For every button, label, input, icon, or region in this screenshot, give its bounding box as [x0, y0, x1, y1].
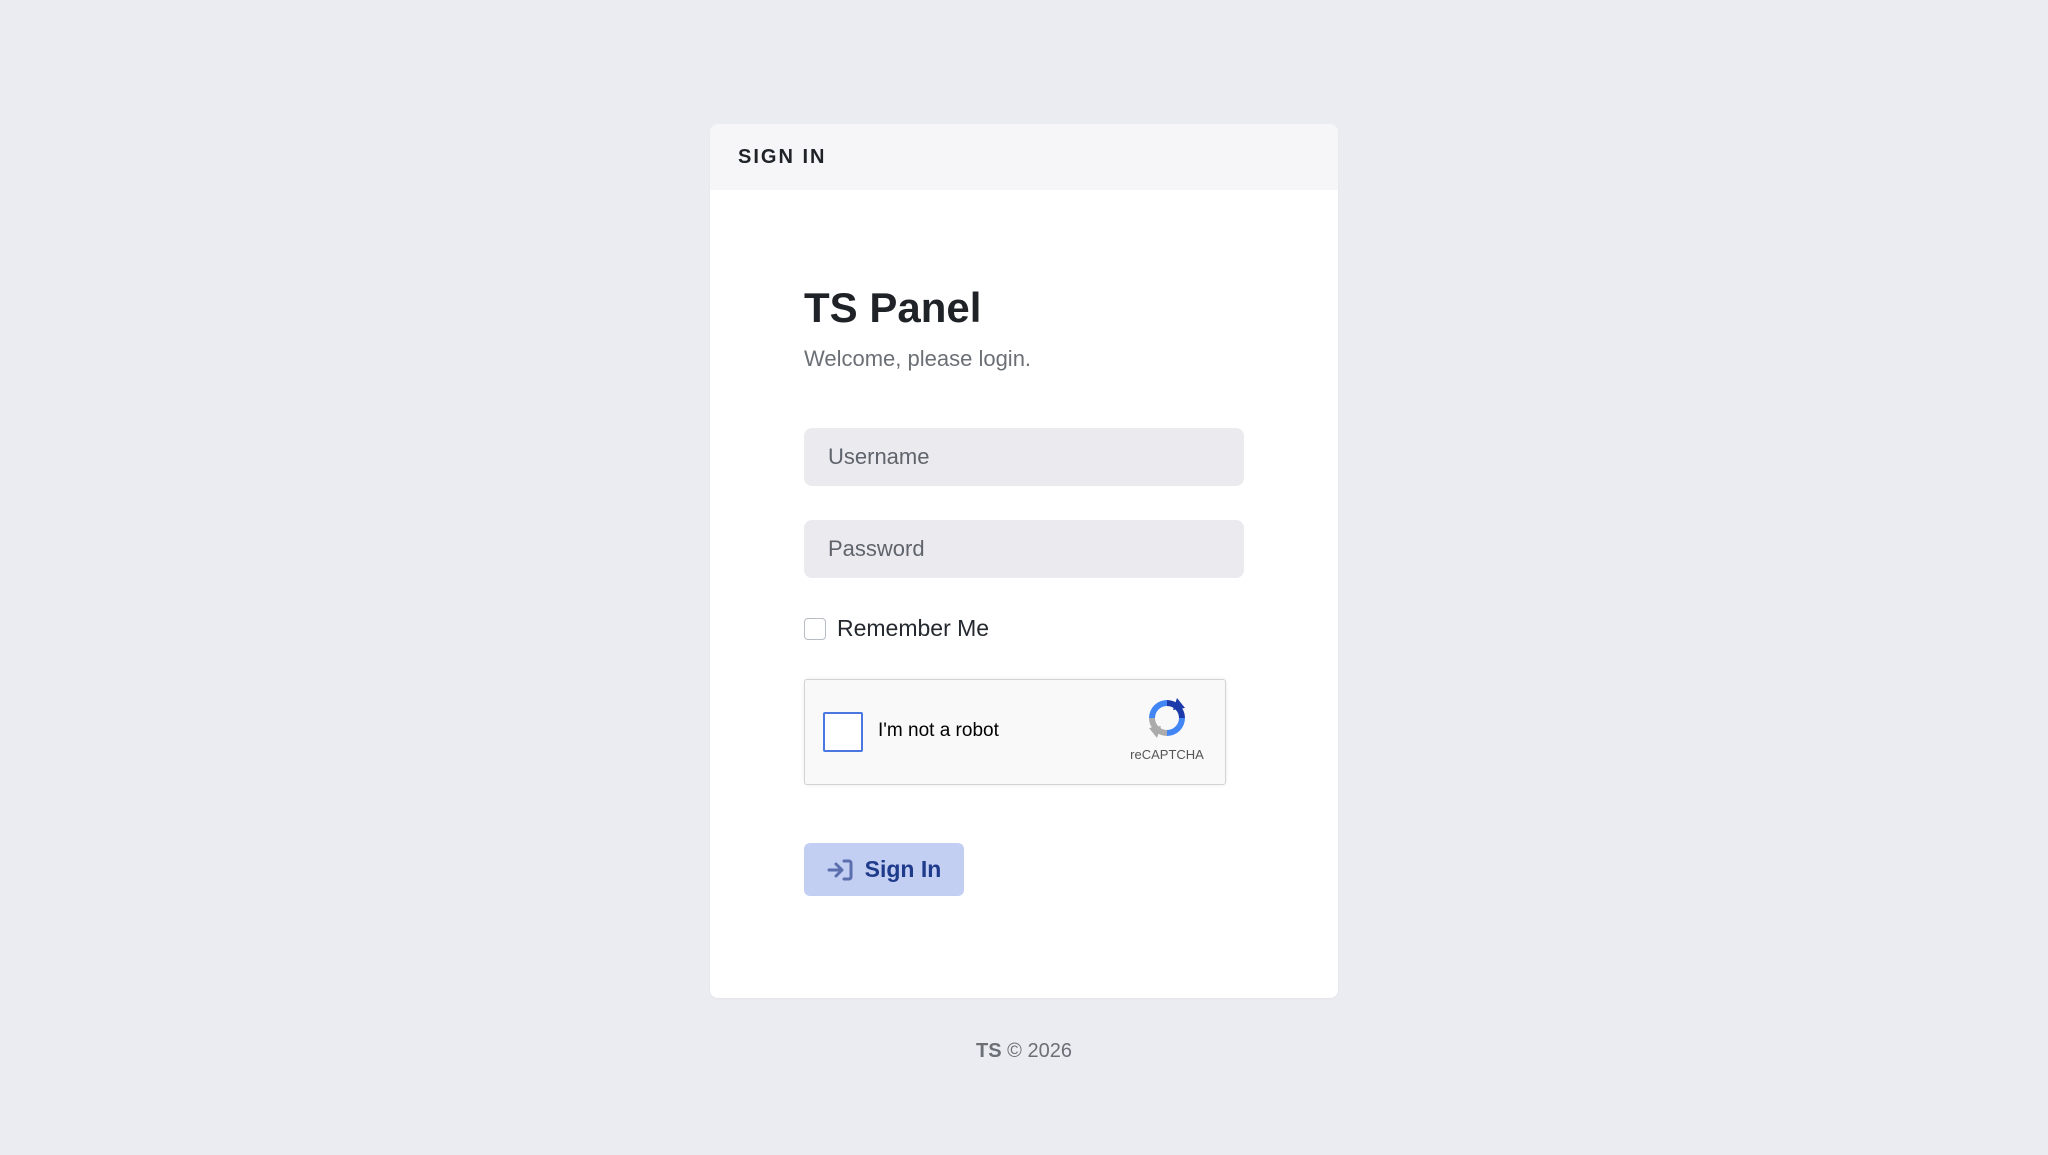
sign-in-button[interactable]: Sign In [804, 843, 964, 896]
username-input[interactable] [804, 428, 1244, 486]
recaptcha-widget: I'm not a robot reCAPTCHA [804, 679, 1226, 785]
remember-me-row[interactable]: Remember Me [804, 615, 989, 642]
card-header-title: SIGN IN [738, 145, 827, 168]
sign-in-button-label: Sign In [864, 856, 942, 882]
footer-brand: TS [976, 1040, 1002, 1062]
recaptcha-logo-icon [1149, 698, 1185, 738]
recaptcha-label: I'm not a robot [878, 720, 999, 741]
page-title: TS Panel [804, 284, 982, 331]
footer-copyright: © 2026 [1007, 1040, 1072, 1062]
recaptcha-brand: reCAPTCHA [1130, 747, 1204, 762]
welcome-subtitle: Welcome, please login. [804, 346, 1032, 371]
sign-in-card: SIGN IN TS Panel Welcome, please login. … [710, 124, 1338, 998]
recaptcha-checkbox[interactable] [823, 712, 863, 752]
password-input[interactable] [804, 520, 1244, 578]
remember-me-checkbox[interactable] [804, 617, 826, 640]
sign-in-arrow-icon [827, 859, 853, 880]
remember-me-label: Remember Me [837, 615, 990, 641]
card-header: SIGN IN [710, 124, 1338, 190]
page-footer: TS © 2026 [0, 1040, 2048, 1063]
